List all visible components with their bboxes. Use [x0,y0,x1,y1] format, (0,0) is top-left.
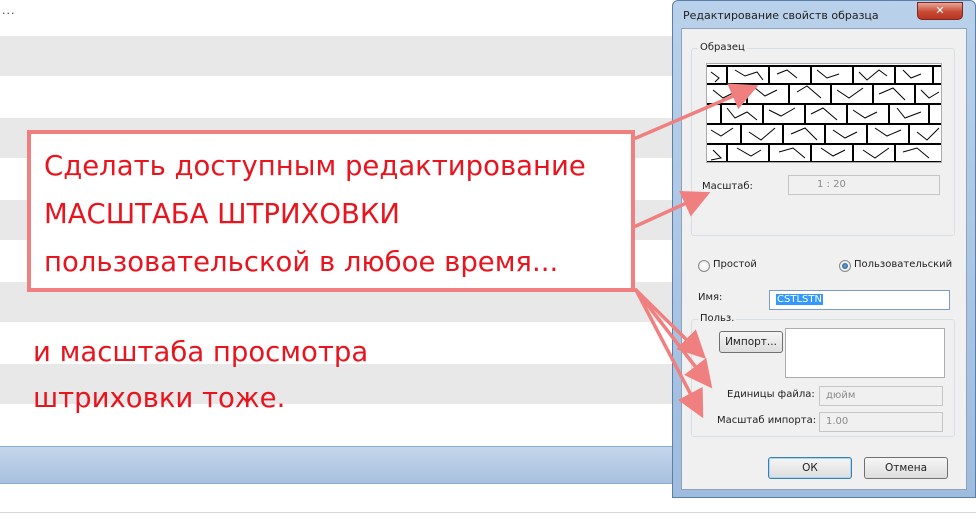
name-input[interactable]: CSTLSTN [769,290,950,310]
annotation-subtext: и масштаба просмотра штриховки тоже. [33,329,368,421]
simple-radio[interactable] [698,260,710,272]
name-value: CSTLSTN [776,294,823,305]
truncated-text: ... [2,4,16,17]
cancel-button[interactable]: Отмена [864,457,948,479]
annotation-line: пользовательской в любое время... [44,246,559,278]
divider [0,512,976,513]
sample-group-label: Образец [698,42,747,53]
import-button[interactable]: Импорт... [719,331,783,353]
scale-field: 1 : 20 [788,175,940,195]
custom-group: Польз. Импорт... Единицы файла: дюйм Мас… [691,313,955,437]
import-file-box [785,328,945,378]
annotation-line: штриховки тоже. [33,382,286,414]
scale-value: 1 : 20 [817,179,846,190]
dialog-body: Образец Масштаб: 1: 20 Простой Пользова… [681,28,967,490]
simple-radio-label: Простой [713,259,757,270]
import-scale-label: Масштаб импорта: [717,415,817,426]
annotation-text: Сделать доступным редактирование МАСШТАБ… [44,142,634,286]
custom-radio[interactable] [839,260,851,272]
import-scale-value: 1.00 [826,416,849,427]
hatch-properties-dialog: Редактирование свойств образца ✕ Образец [672,0,976,498]
close-button[interactable]: ✕ [917,2,963,20]
crosshatch-stone-pattern-icon [706,63,942,163]
custom-radio-label: Пользовательский [854,259,953,270]
scale-label: Масштаб: [702,181,753,192]
file-units-field: дюйм [819,386,943,406]
sample-group: Образец Масштаб: 1: 20 [691,42,955,236]
name-label: Имя: [698,292,723,303]
annotation-line: и масштаба просмотра [33,336,369,368]
import-scale-field: 1.00 [819,412,943,432]
file-units-value: дюйм [826,390,856,401]
dialog-title: Редактирование свойств образца [683,9,879,22]
annotation-line: МАСШТАБА ШТРИХОВКИ [44,198,400,230]
file-units-label: Единицы файла: [727,389,815,400]
annotation-line: Сделать доступным редактирование [44,150,586,182]
ok-button[interactable]: ОК [768,457,852,479]
custom-group-label: Польз. [698,313,737,324]
